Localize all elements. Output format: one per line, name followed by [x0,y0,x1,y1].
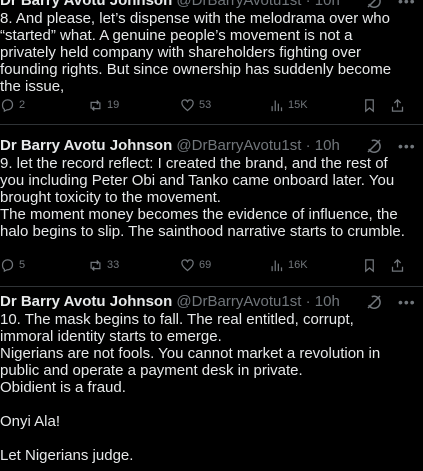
separator: · [305,137,311,154]
views-icon [271,260,283,271]
repost-icon [90,99,101,111]
tweet-paragraph: 8. And please, let’s dispense with the m… [0,10,392,95]
views-icon [271,100,283,111]
grok-icon[interactable] [365,0,383,10]
timestamp[interactable]: 10h [315,293,340,310]
tweet-header: Dr Barry Avotu Johnson @DrBarryAvotu1st … [0,293,423,311]
view-count: 16K [288,259,308,271]
author-handle[interactable]: @DrBarryAvotu1st [176,0,301,9]
author-handle[interactable]: @DrBarryAvotu1st [176,293,301,310]
like-button[interactable]: 69 [180,256,211,274]
tweet-feed: Dr Barry Avotu Johnson @DrBarryAvotu1st … [0,0,423,471]
repost-button[interactable]: 33 [88,256,119,274]
reply-icon [1,98,14,112]
share-icon [391,258,404,272]
views-button[interactable]: 16K [269,256,308,274]
reply-count: 2 [19,99,26,111]
reply-icon [1,258,14,272]
author-handle[interactable]: @DrBarryAvotu1st [176,137,301,154]
reply-button[interactable]: 2 [0,96,25,114]
tweet-header: Dr Barry Avotu Johnson @DrBarryAvotu1st … [0,0,423,10]
tweet-paragraph: 9. let the record reflect: I created the… [0,155,395,206]
like-icon [181,98,194,111]
bookmark-icon [365,258,374,272]
share-icon [391,98,404,112]
bookmark-icon [365,98,374,112]
tweet-actions: 5 33 69 16K [0,256,423,274]
repost-count: 33 [107,259,120,271]
tweet[interactable]: Dr Barry Avotu Johnson @DrBarryAvotu1st … [0,125,423,287]
tweet[interactable]: Dr Barry Avotu Johnson @DrBarryAvotu1st … [0,287,423,471]
tweet-paragraph: Onyi Ala! [0,413,61,430]
tweet-actions: 2 19 53 15K [0,96,423,114]
share-button[interactable] [390,96,405,114]
like-count: 53 [199,99,212,111]
tweet-text: 9. let the record reflect: I created the… [0,155,410,240]
more-icon[interactable]: ••• [398,137,416,155]
author-name[interactable]: Dr Barry Avotu Johnson [0,0,172,9]
timestamp[interactable]: 10h [315,0,340,9]
more-icon[interactable]: ••• [398,293,416,311]
tweet-header: Dr Barry Avotu Johnson @DrBarryAvotu1st … [0,137,423,155]
more-icon[interactable]: ••• [398,0,416,10]
like-count: 69 [199,259,212,271]
bookmark-button[interactable] [362,96,377,114]
tweet-paragraph: Nigerians are not fools. You cannot mark… [0,345,381,379]
tweet-paragraph: Obidient is a fraud. [0,379,126,396]
like-button[interactable]: 53 [180,96,211,114]
share-button[interactable] [390,256,405,274]
separator: · [305,0,311,9]
timestamp[interactable]: 10h [315,137,340,154]
tweet-text: 10. The mask begins to fall. The real en… [0,311,410,464]
tweet-paragraph: Let Nigerians judge. [0,447,134,464]
grok-icon[interactable] [365,293,383,311]
repost-icon [90,259,101,271]
author-name[interactable]: Dr Barry Avotu Johnson [0,293,172,310]
tweet-text: 8. And please, let’s dispense with the m… [0,10,410,95]
author-name[interactable]: Dr Barry Avotu Johnson [0,137,172,154]
repost-button[interactable]: 19 [88,96,119,114]
like-icon [181,258,194,271]
repost-count: 19 [107,99,120,111]
tweet[interactable]: Dr Barry Avotu Johnson @DrBarryAvotu1st … [0,0,423,125]
grok-icon[interactable] [365,137,383,155]
reply-button[interactable]: 5 [0,256,25,274]
tweet-paragraph: 10. The mask begins to fall. The real en… [0,311,354,345]
bookmark-button[interactable] [362,256,377,274]
views-button[interactable]: 15K [269,96,308,114]
tweet-paragraph: The moment money becomes the evidence of… [0,206,405,240]
separator: · [305,293,311,310]
reply-count: 5 [19,259,26,271]
view-count: 15K [288,99,308,111]
